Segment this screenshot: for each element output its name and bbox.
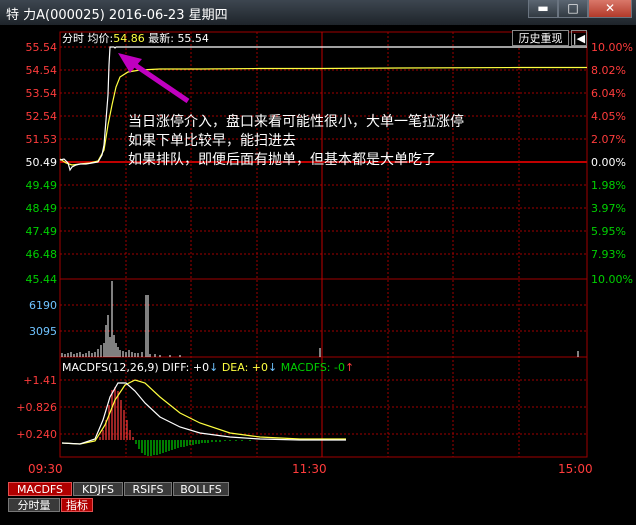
macd-labels: +1.41 +0.826 +0.240 (16, 374, 57, 441)
maximize-button[interactable]: □ (558, 0, 588, 18)
annotation-text: 当日涨停介入，盘口来看可能性很小，大单一笔拉涨停 如果下单比较早，能扫进去 如果… (128, 113, 464, 170)
macd-histogram (99, 387, 251, 456)
price-label: 49.49 (26, 179, 58, 192)
percent-label: 5.95% (591, 225, 626, 238)
latest-price-caption: 最新: (148, 32, 174, 45)
macd-diff-value: DIFF: +0 (162, 361, 210, 374)
macd-fs-value: MACDFS: -0 (280, 361, 345, 374)
time-label: 11:30 (292, 462, 327, 476)
price-label: 45.44 (26, 273, 58, 286)
percent-label: 3.97% (591, 202, 626, 215)
percent-label: 7.93% (591, 248, 626, 261)
macd-label: +1.41 (23, 374, 57, 387)
percent-label: 4.05% (591, 110, 626, 123)
title-bar: 特 力A(000025) 2016-06-23 星期四 ▬ □ ✕ (0, 0, 636, 25)
volume-label: 3095 (29, 325, 57, 338)
volume-labels: 6190 3095 (29, 299, 57, 338)
price-label: 55.54 (26, 41, 58, 54)
price-label: 51.53 (26, 133, 58, 146)
tab-macdfs[interactable]: MACDFS (8, 482, 72, 496)
annotation-arrow (118, 53, 190, 104)
time-label: 15:00 (558, 462, 593, 476)
macd-header: MACDFS(12,26,9) DIFF: +0↓ DEA: +0↓ MACDF… (62, 361, 354, 374)
right-percent-labels: 10.00% 8.02% 6.04% 4.05% 2.07% 0.00% 1.9… (591, 41, 633, 286)
annotation-line: 如果下单比较早，能扫进去 (128, 133, 296, 149)
percent-label: 1.98% (591, 179, 626, 192)
volume-grid (60, 304, 587, 332)
macd-diff-line (61, 382, 346, 445)
price-label: 50.49 (26, 156, 58, 169)
tab-kdjfs[interactable]: KDJFS (73, 482, 123, 496)
chart-header: 分时 均价:54.86 最新: 55.54 (62, 30, 209, 46)
close-button[interactable]: ✕ (588, 0, 632, 18)
time-labels: 09:30 11:30 15:00 (28, 462, 593, 476)
arrow-down-icon: ↓ (209, 361, 219, 374)
mode-label: 分时 (62, 32, 84, 45)
minimize-button[interactable]: ▬ (528, 0, 558, 18)
macd-label: +0.826 (16, 401, 57, 414)
macd-indicator-name: MACDFS(12,26,9) (62, 361, 159, 374)
tab-bollfs[interactable]: BOLLFS (173, 482, 229, 496)
percent-label: 10.00% (591, 273, 633, 286)
percent-label: 10.00% (591, 41, 633, 54)
annotation-line: 当日涨停介入，盘口来看可能性很小，大单一笔拉涨停 (128, 114, 464, 130)
price-label: 47.49 (26, 225, 58, 238)
intraday-chart-area: 55.54 54.54 53.54 52.54 51.53 50.49 49.4… (0, 25, 636, 482)
price-label: 48.49 (26, 202, 58, 215)
volume-label: 6190 (29, 299, 57, 312)
percent-label: 8.02% (591, 64, 626, 77)
price-label: 52.54 (26, 110, 58, 123)
tab-volume[interactable]: 分时量 (8, 498, 60, 512)
percent-label: 6.04% (591, 87, 626, 100)
tab-rsifs[interactable]: RSIFS (124, 482, 172, 496)
volume-bars (61, 281, 579, 357)
price-label: 54.54 (26, 64, 58, 77)
arrow-down-icon: ↓ (268, 361, 278, 374)
percent-label: 0.00% (591, 156, 626, 169)
left-price-labels: 55.54 54.54 53.54 52.54 51.53 50.49 49.4… (26, 41, 58, 286)
price-label: 46.48 (26, 248, 58, 261)
chart-frame (59, 31, 588, 458)
indicator-tabs: MACDFS KDJFS RSIFS BOLLFS 分时量 指标 (0, 482, 636, 525)
history-replay-button[interactable]: 历史重现 (512, 30, 569, 46)
chart-canvas: 55.54 54.54 53.54 52.54 51.53 50.49 49.4… (16, 31, 633, 476)
macd-dea-value: DEA: +0 (221, 361, 268, 374)
avg-price-value: 54.86 (113, 32, 145, 45)
avg-price-caption: 均价: (87, 32, 114, 45)
macd-grid (60, 379, 587, 435)
price-label: 53.54 (26, 87, 58, 100)
history-prev-icon[interactable]: |◀ (571, 30, 587, 46)
tab-indicator[interactable]: 指标 (61, 498, 93, 512)
window-title: 特 力A(000025) 2016-06-23 星期四 (6, 8, 228, 23)
latest-price-value: 55.54 (177, 32, 209, 45)
time-label: 09:30 (28, 462, 63, 476)
percent-label: 2.07% (591, 133, 626, 146)
macd-label: +0.240 (16, 428, 57, 441)
annotation-line: 如果排队，即便后面有抛单，但基本都是大单吃了 (128, 152, 436, 168)
arrow-up-icon: ↑ (344, 361, 355, 374)
